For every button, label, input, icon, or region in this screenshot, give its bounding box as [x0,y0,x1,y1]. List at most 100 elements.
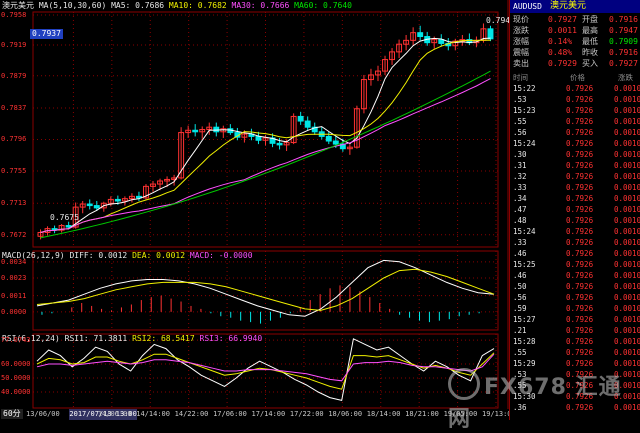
quote-label: 震幅 [513,48,529,57]
tick-row: .55 0.7926 0.0010 [510,117,640,127]
rsi-y-tick: 50.0000 [1,374,31,382]
tick-change: 0.0010 [614,315,640,324]
tick-price: 0.7926 [566,128,594,137]
quote-value: 0.0011 [548,26,577,35]
tick-price: 0.7926 [566,227,594,236]
pane-frame-0 [32,11,499,248]
main-y-tick: 0.7796 [1,135,27,144]
tick-price: 0.7926 [566,337,594,346]
tick-price: 0.7926 [566,271,594,280]
current-price-tag: 0.7937 [30,29,63,39]
macd-y-tick: 0.0011 [1,291,27,300]
candle-body [86,203,93,207]
quote-value: 0.7909 [609,37,638,46]
tick-change: 0.0010 [614,205,640,214]
tick-time: .59 [513,304,527,313]
quote-value: 0.7927 [609,59,638,68]
tick-time: .21 [513,326,527,335]
quote-value: 0.7927 [548,15,577,24]
tick-change: 0.0010 [614,293,640,302]
tick-price: 0.7926 [566,106,594,115]
tick-price: 0.7926 [566,216,594,225]
tick-time: 15:27 [513,315,536,324]
quote-label: 最高 [582,26,598,35]
tick-change: 0.0010 [614,326,640,335]
candle-body [114,198,121,202]
tick-change: 0.0010 [614,161,640,170]
tick-row: .56 0.7926 0.0010 [510,128,640,138]
macd-value: MACD: -0.0000 [189,251,253,260]
candle-body [332,140,339,145]
tick-price: 0.7926 [566,348,594,357]
ma-title: MA(5,10,30,60) [38,1,107,10]
tick-price: 0.7926 [566,304,594,313]
tick-row: .50 0.7926 0.0010 [510,282,640,292]
quote-row: 现价 0.7927 开盘 0.7916 [510,14,640,25]
tick-price: 0.7926 [566,117,594,126]
quote-value: 0.48% [548,48,573,57]
tick-change: 0.0010 [614,337,640,346]
tick-change: 0.0010 [614,128,640,137]
tick-change: 0.0010 [614,271,640,280]
tick-change: 0.0010 [614,106,640,115]
tick-time: .33 [513,238,527,247]
rsi-header: RSI(6,12,24) RSI1: 71.3811 RSI2: 68.5417… [2,334,262,344]
ma30-line [40,78,491,233]
candle-body [255,135,262,141]
tick-time: 15:28 [513,337,536,346]
ma30-value: MA30: 0.7666 [231,1,290,10]
candle-body [213,126,220,133]
tick-price: 0.7926 [566,249,594,258]
candle-body [65,225,72,228]
x-axis-label: 17/22:00 [289,410,324,418]
tick-row: .33 0.7926 0.0010 [510,183,640,193]
tick-price: 0.7926 [566,315,594,324]
candle-body [297,115,304,122]
tick-change: 0.0010 [614,304,640,313]
ma60-value: MA60: 0.7640 [294,1,352,10]
tick-row: .47 0.7926 0.0010 [510,205,640,215]
main-y-tick: 0.7919 [1,40,27,49]
tick-price: 0.7926 [566,194,594,203]
tick-time: .55 [513,348,527,357]
tick-change: 0.0010 [614,172,640,181]
quote-value: 0.14% [548,37,573,46]
tick-change: 0.0010 [614,216,640,225]
tick-time: .50 [513,282,527,291]
tick-time: .53 [513,95,527,104]
tick-change: 0.0010 [614,249,640,258]
x-axis-label: 13/06/00 [26,410,60,418]
rsi3-value: RSI3: 66.9940 [199,334,263,343]
tick-row: .59 0.7926 0.0010 [510,304,640,314]
candle-body [438,39,445,44]
tick-change: 0.0010 [614,194,640,203]
tick-row: .46 0.7926 0.0010 [510,271,640,281]
tick-time: .34 [513,194,527,203]
tick-time: .55 [513,117,527,126]
quote-title-bar: AUDUSD 澳元美元 [510,0,640,13]
tick-change: 0.0010 [614,260,640,269]
pane-frame-1 [32,250,499,331]
tick-row: 15:25 0.7926 0.0010 [510,260,640,270]
chart-area[interactable] [0,0,509,420]
quote-label: 最低 [582,37,598,46]
tick-header: 时间 价格 涨跌 [510,72,640,83]
ma10-value: MA10: 0.7682 [168,1,227,10]
watermark-logo: FX678 汇通网 [448,368,640,433]
quote-row: 震幅 0.48% 昨收 0.7916 [510,47,640,58]
quote-row: 卖出 0.7929 买入 0.7927 [510,58,640,69]
candle-body [487,28,494,40]
period-selector[interactable]: 60分 [1,409,23,419]
tick-time: .33 [513,183,527,192]
candle-body [325,135,332,142]
tick-time: .47 [513,205,527,214]
quote-value: 0.7947 [609,26,638,35]
tick-row: .55 0.7926 0.0010 [510,348,640,358]
x-axis-label: 14/06:00 [97,410,132,418]
tick-row: .56 0.7926 0.0010 [510,293,640,303]
symbol-label: 澳元美元 [2,1,34,10]
rsi1-value: RSI1: 71.3811 [64,334,128,343]
x-axis-label: 18/21:00 [405,410,439,418]
main-y-tick: 0.7713 [1,199,27,208]
tick-change: 0.0010 [614,117,640,126]
